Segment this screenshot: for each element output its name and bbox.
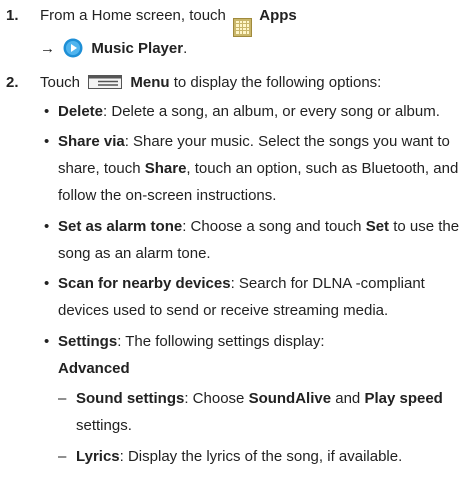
sound-settings-item: Sound settings: Choose SoundAlive and Pl… bbox=[76, 390, 443, 407]
step-2-line: Touch Menu to display the following opti… bbox=[40, 74, 382, 91]
dash: – bbox=[58, 448, 67, 465]
option-scan-nearby-line-2: devices used to send or receive streamin… bbox=[58, 302, 389, 319]
option-delete: Delete: Delete a song, an album, or ever… bbox=[58, 103, 440, 120]
option-share-via-line-3: follow the on-screen instructions. bbox=[58, 187, 277, 204]
apps-label: Apps bbox=[259, 7, 297, 24]
option-share-via: Share via: Share your music. Select the … bbox=[58, 133, 450, 150]
bullet: • bbox=[44, 218, 50, 235]
menu-icon bbox=[88, 75, 123, 89]
step-1-line-2: → Music Player. bbox=[40, 38, 188, 58]
menu-label: Menu bbox=[130, 74, 170, 91]
step-number: 1. bbox=[6, 7, 19, 24]
dash: – bbox=[58, 390, 67, 407]
step-number: 2. bbox=[6, 74, 19, 91]
option-set-alarm-tone-line-2: song as an alarm tone. bbox=[58, 245, 211, 262]
lyrics-item: Lyrics: Display the lyrics of the song, … bbox=[76, 448, 403, 465]
advanced-heading: Advanced bbox=[58, 360, 130, 377]
apps-grid-icon bbox=[233, 17, 253, 37]
music-player-label: Music Player bbox=[91, 40, 184, 57]
option-share-via-line-2: share, touch Share, touch an option, suc… bbox=[58, 160, 459, 177]
bullet: • bbox=[44, 133, 50, 150]
step-text: From a Home screen, touch bbox=[40, 7, 226, 24]
step-1-line-1: From a Home screen, touch Apps bbox=[40, 3, 297, 37]
bullet: • bbox=[44, 333, 50, 350]
option-settings: Settings: The following settings display… bbox=[58, 333, 325, 350]
bullet: • bbox=[44, 103, 50, 120]
option-scan-nearby: Scan for nearby devices: Search for DLNA… bbox=[58, 275, 425, 292]
bullet: • bbox=[44, 275, 50, 292]
arrow: → bbox=[40, 40, 55, 57]
music-player-icon bbox=[63, 38, 83, 58]
sound-settings-line-2: settings. bbox=[76, 417, 132, 434]
option-set-alarm-tone: Set as alarm tone: Choose a song and tou… bbox=[58, 218, 460, 235]
